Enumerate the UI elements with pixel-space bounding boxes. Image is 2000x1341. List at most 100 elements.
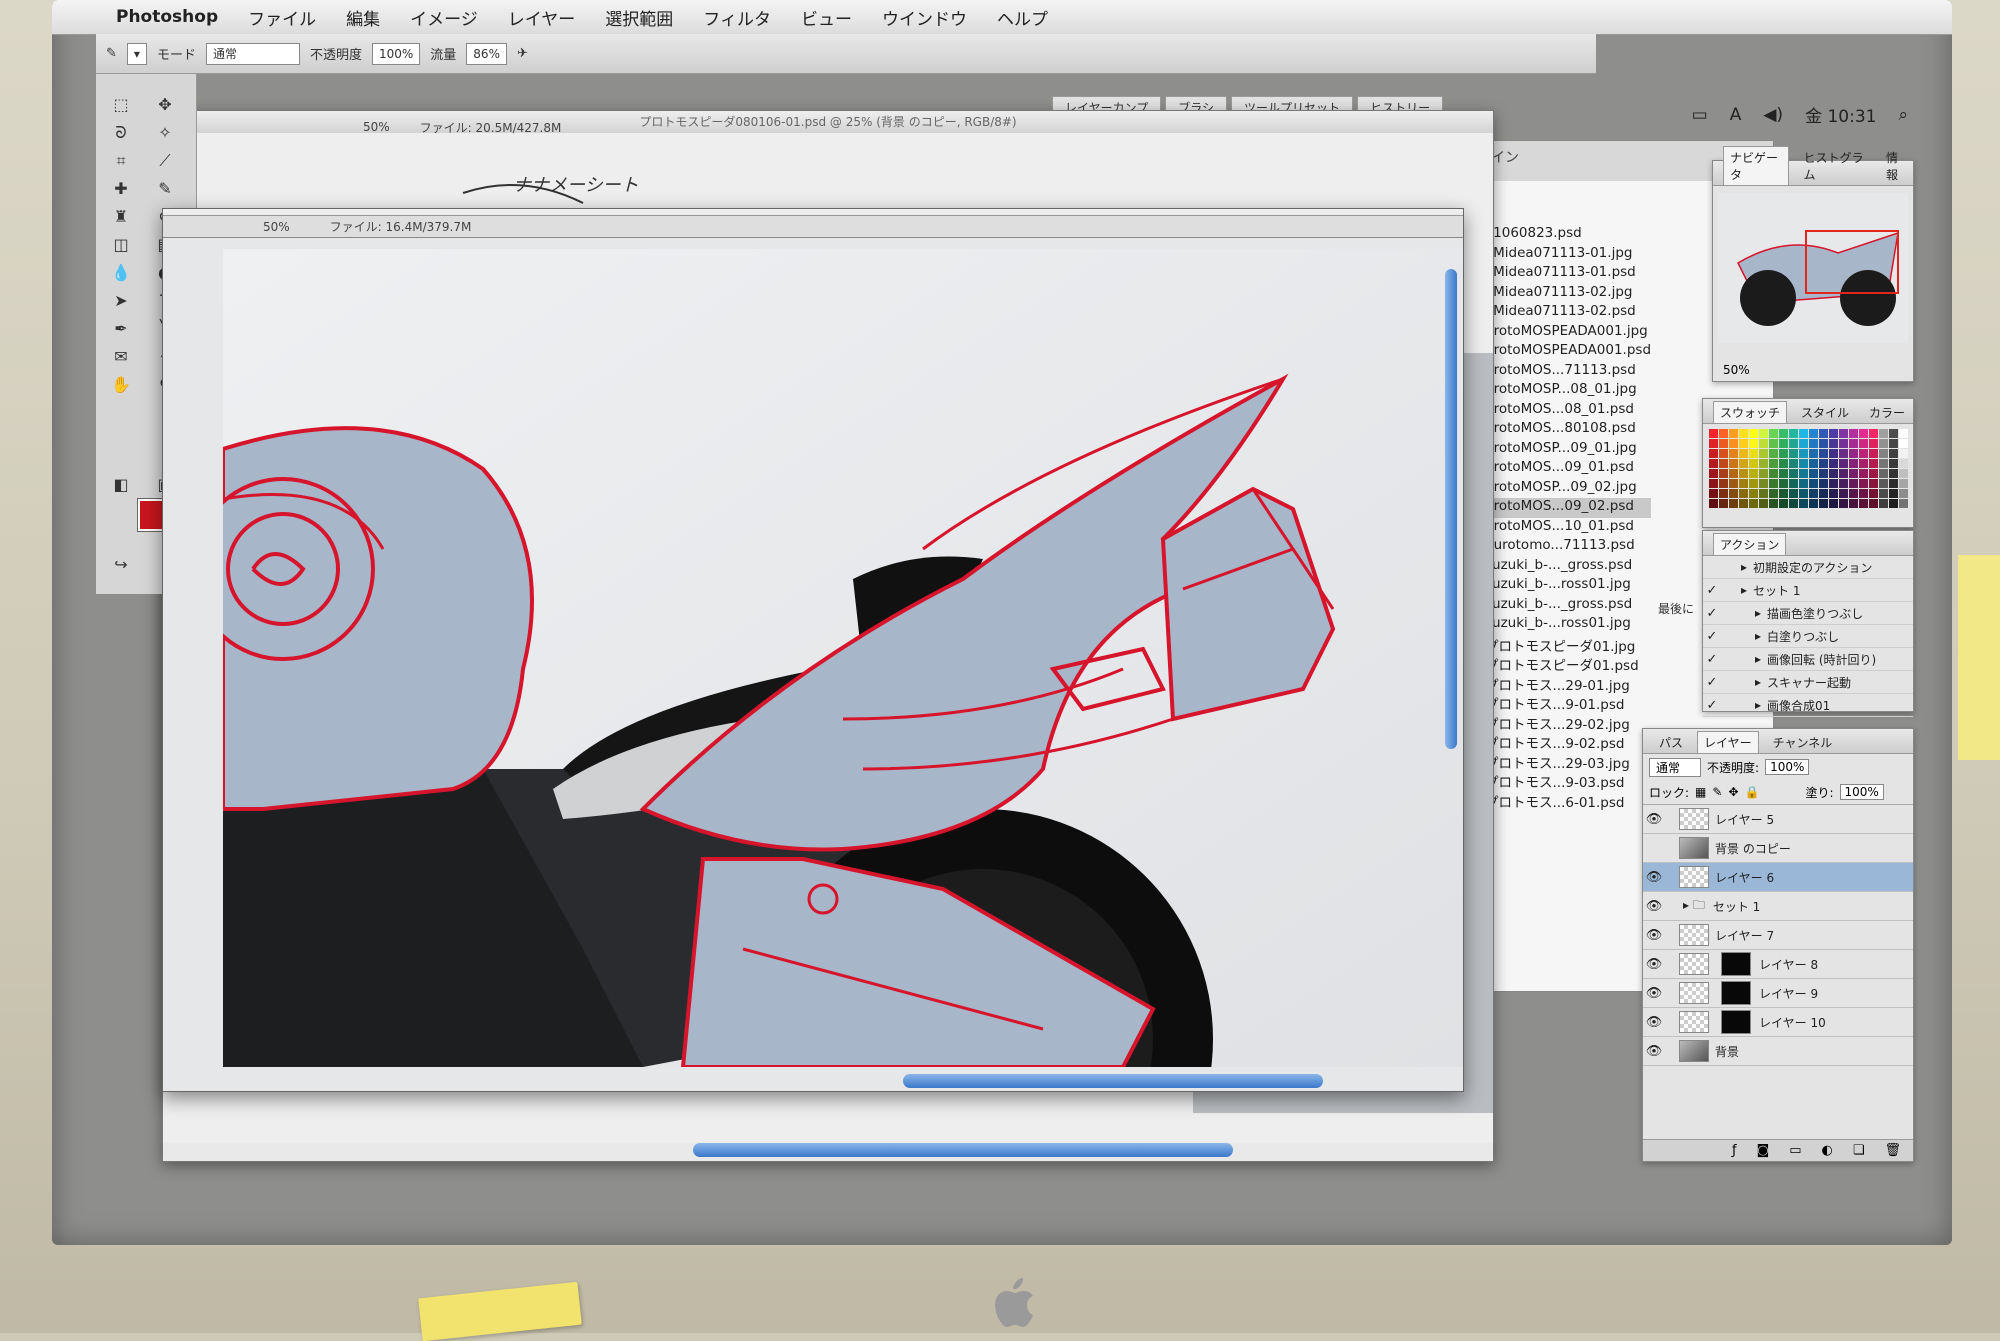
- swatch[interactable]: [1769, 499, 1778, 508]
- menu-help[interactable]: ヘルプ: [997, 5, 1048, 30]
- swatch[interactable]: [1829, 429, 1838, 438]
- swatch[interactable]: [1889, 479, 1898, 488]
- disclosure-triangle-icon[interactable]: ▸: [1741, 583, 1747, 597]
- layer-mask-thumbnail[interactable]: [1721, 981, 1751, 1005]
- swatch[interactable]: [1829, 459, 1838, 468]
- swatch[interactable]: [1809, 459, 1818, 468]
- swatch[interactable]: [1829, 439, 1838, 448]
- layer-row[interactable]: 👁 レイヤー 7: [1643, 921, 1913, 950]
- swatch[interactable]: [1809, 499, 1818, 508]
- swatch[interactable]: [1889, 499, 1898, 508]
- folder-icon[interactable]: ▸ 🗀: [1683, 896, 1705, 917]
- swatch[interactable]: [1839, 499, 1848, 508]
- swatch[interactable]: [1729, 439, 1738, 448]
- swatch[interactable]: [1879, 459, 1888, 468]
- swatch[interactable]: [1879, 469, 1888, 478]
- file-item[interactable]: protoMOSP...09_01.jpg: [1485, 440, 1651, 460]
- swatch[interactable]: [1839, 489, 1848, 498]
- swatch[interactable]: [1779, 489, 1788, 498]
- layer-row[interactable]: 👁 レイヤー 5: [1643, 805, 1913, 834]
- swatch[interactable]: [1849, 469, 1858, 478]
- blend-mode-select[interactable]: 通常: [1649, 757, 1702, 777]
- swatch[interactable]: [1709, 459, 1718, 468]
- swatch[interactable]: [1869, 499, 1878, 508]
- path-select-tool-icon[interactable]: ➤: [104, 290, 138, 312]
- file-item[interactable]: プロトモスピーダ01.jpg: [1485, 635, 1651, 655]
- visibility-eye-icon[interactable]: 👁: [1643, 957, 1665, 972]
- swatch[interactable]: [1799, 489, 1808, 498]
- action-item[interactable]: ✓ ▸ 画像合成01: [1703, 694, 1913, 717]
- action-item[interactable]: ✓ ▸ 描画色塗りつぶし: [1703, 602, 1913, 625]
- visibility-eye-icon[interactable]: 👁: [1643, 1044, 1665, 1059]
- swatch[interactable]: [1789, 459, 1798, 468]
- visibility-eye-icon[interactable]: 👁: [1643, 870, 1665, 885]
- layer-mask-thumbnail[interactable]: [1721, 1010, 1751, 1034]
- swatch[interactable]: [1869, 469, 1878, 478]
- swatch[interactable]: [1779, 499, 1788, 508]
- swatch[interactable]: [1769, 429, 1778, 438]
- swatch[interactable]: [1899, 469, 1908, 478]
- spotlight-icon[interactable]: ⌕: [1898, 105, 1908, 125]
- menu-select[interactable]: 選択範囲: [605, 5, 673, 30]
- swatch[interactable]: [1819, 469, 1828, 478]
- add-mask-icon[interactable]: ◙: [1757, 1140, 1770, 1161]
- healing-tool-icon[interactable]: ✚: [104, 178, 138, 200]
- swatch[interactable]: [1839, 429, 1848, 438]
- airbrush-icon[interactable]: ✈: [517, 46, 528, 61]
- layer-row[interactable]: 👁 レイヤー 6: [1643, 863, 1913, 892]
- swatch[interactable]: [1809, 449, 1818, 458]
- tab-swatches[interactable]: スウォッチ: [1713, 401, 1788, 423]
- swatch[interactable]: [1849, 449, 1858, 458]
- swatch[interactable]: [1839, 479, 1848, 488]
- swatch[interactable]: [1739, 449, 1748, 458]
- swatch[interactable]: [1819, 449, 1828, 458]
- file-item[interactable]: protoMOSPEADA001.jpg: [1485, 323, 1651, 343]
- swatch[interactable]: [1759, 469, 1768, 478]
- menu-file[interactable]: ファイル: [248, 5, 316, 30]
- swatch[interactable]: [1729, 489, 1738, 498]
- navigator-zoom[interactable]: 50%: [1723, 363, 1750, 377]
- eraser-tool-icon[interactable]: ◫: [104, 234, 138, 256]
- action-item[interactable]: ✓ ▸ スキャナー起動: [1703, 671, 1913, 694]
- swatch[interactable]: [1759, 459, 1768, 468]
- action-check-icon[interactable]: ✓: [1703, 652, 1721, 667]
- layer-mask-thumbnail[interactable]: [1721, 952, 1751, 976]
- back-horizontal-scrollbar[interactable]: [693, 1143, 1233, 1157]
- swatch[interactable]: [1779, 439, 1788, 448]
- brush-tool-icon[interactable]: ✎: [106, 46, 117, 61]
- swatch[interactable]: [1719, 429, 1728, 438]
- marquee-tool-icon[interactable]: ⬚: [104, 94, 138, 116]
- swatch[interactable]: [1819, 459, 1828, 468]
- action-check-icon[interactable]: ✓: [1703, 629, 1721, 644]
- swatch[interactable]: [1889, 439, 1898, 448]
- swatch[interactable]: [1859, 469, 1868, 478]
- brush-preset-picker[interactable]: ▾: [126, 42, 147, 65]
- swatch[interactable]: [1769, 459, 1778, 468]
- lock-transparency-icon[interactable]: ▦: [1695, 785, 1706, 799]
- swatch[interactable]: [1749, 479, 1758, 488]
- notes-tool-icon[interactable]: ✉: [104, 346, 138, 368]
- brush-tool-icon[interactable]: ✎: [148, 178, 182, 200]
- swatch[interactable]: [1759, 479, 1768, 488]
- swatch[interactable]: [1739, 439, 1748, 448]
- swatch[interactable]: [1739, 489, 1748, 498]
- swatch[interactable]: [1709, 479, 1718, 488]
- swatch[interactable]: [1889, 469, 1898, 478]
- swatch[interactable]: [1849, 499, 1858, 508]
- swatch[interactable]: [1709, 439, 1718, 448]
- swatch[interactable]: [1769, 479, 1778, 488]
- swatch[interactable]: [1899, 489, 1908, 498]
- navigator-thumbnail[interactable]: [1718, 193, 1908, 343]
- layer-row[interactable]: 👁 レイヤー 10: [1643, 1008, 1913, 1037]
- swatch[interactable]: [1749, 499, 1758, 508]
- swatch[interactable]: [1839, 469, 1848, 478]
- swatch[interactable]: [1809, 429, 1818, 438]
- lock-all-icon[interactable]: 🔒: [1745, 785, 1760, 799]
- swatch[interactable]: [1799, 449, 1808, 458]
- swatch[interactable]: [1859, 479, 1868, 488]
- file-item[interactable]: protoMOS...80108.psd: [1485, 420, 1651, 440]
- tab-histogram[interactable]: ヒストグラム: [1797, 147, 1872, 185]
- action-check-icon[interactable]: ✓: [1703, 583, 1721, 598]
- file-item[interactable]: プロトモス...29-03.jpg: [1485, 752, 1651, 772]
- flow-input[interactable]: 86%: [466, 42, 507, 65]
